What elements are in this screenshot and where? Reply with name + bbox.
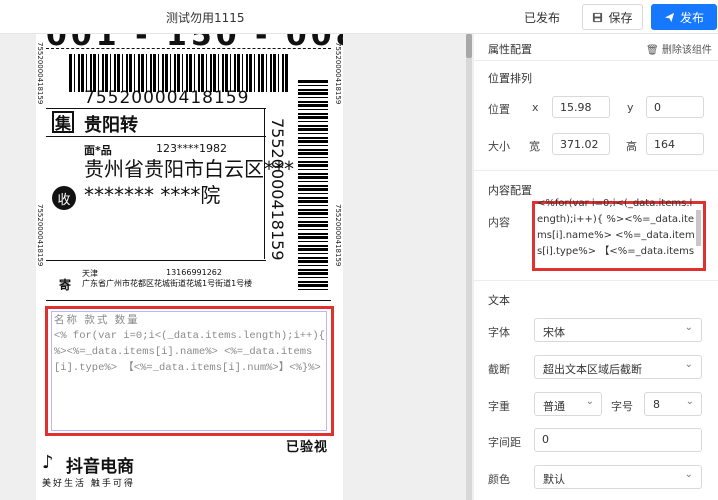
spacing-label: 字间距 xyxy=(488,436,521,449)
side-tracking-right: 75520000418159 xyxy=(334,42,342,105)
douyin-logo-icon: ♪ xyxy=(42,452,54,473)
template-header: 名称 款式 数量 xyxy=(54,314,140,326)
weight-label: 字重 xyxy=(488,400,510,413)
y-label: y xyxy=(627,101,634,114)
color-value: 默认 xyxy=(543,473,565,486)
face-phone: 123****1982 xyxy=(156,142,227,155)
truncate-value: 超出文本区域后截断 xyxy=(543,363,642,376)
sender-phone: 13166991262 xyxy=(166,268,222,277)
chevron-down-icon: ⌄ xyxy=(684,359,693,370)
position-label: 位置 xyxy=(488,103,510,116)
text-section-title: 文本 xyxy=(488,294,510,307)
canvas-scrollbar[interactable] xyxy=(466,34,472,500)
sender-city: 天津 xyxy=(82,269,98,278)
height-label: 高 xyxy=(626,140,637,153)
chevron-down-icon: ⌄ xyxy=(685,396,694,407)
color-label: 颜色 xyxy=(488,473,510,486)
ji-sender-mark: 寄 xyxy=(59,278,72,292)
divider xyxy=(474,280,718,281)
width-input[interactable]: 371.02 xyxy=(552,133,610,155)
publish-button[interactable]: 发布 xyxy=(651,4,717,30)
sender-address: 广东省广州市花都区花城街道花城1号街道1号楼 xyxy=(82,279,253,288)
template-code: <% for(var i=0;i<(_data.items.length);i+… xyxy=(54,330,325,374)
side-tracking-right-2: 75520000418159 xyxy=(334,204,342,267)
divider xyxy=(46,260,266,261)
publish-label: 发布 xyxy=(679,10,704,25)
canvas-scroll-thumb[interactable] xyxy=(466,34,472,58)
divider xyxy=(474,60,718,61)
content-textarea[interactable]: <%for(var i=0;i<(_data.items.length);i++… xyxy=(537,196,695,258)
template-text-area[interactable]: 名称 款式 数量 <% for(var i=0;i<(_data.items.l… xyxy=(51,311,327,431)
fontsize-label: 字号 xyxy=(611,400,633,413)
size-label: 大小 xyxy=(488,140,510,153)
page-title: 测试勿用1115 xyxy=(166,11,245,25)
font-value: 宋体 xyxy=(543,326,565,339)
content-label: 内容 xyxy=(488,216,510,229)
shou-badge: 收 xyxy=(52,186,76,210)
barcode-vertical xyxy=(298,80,328,290)
weight-select[interactable]: 普通 ⌄ xyxy=(534,392,602,416)
design-canvas[interactable]: 001 - 150 - 008 75520000418159 755200004… xyxy=(0,34,470,500)
x-input[interactable]: 15.98 xyxy=(552,96,610,118)
truncate-select[interactable]: 超出文本区域后截断 ⌄ xyxy=(534,355,702,379)
checked-text: 已验视 xyxy=(286,440,329,455)
panel-title: 属性配置 xyxy=(488,43,532,56)
weight-value: 普通 xyxy=(543,400,565,413)
color-select[interactable]: 默认 ⌄ xyxy=(534,465,702,489)
textarea-scrollbar[interactable] xyxy=(696,210,701,246)
ji-badge: 集 xyxy=(52,111,74,133)
tracking-number-vertical: 75520000418159 xyxy=(268,118,287,261)
fontsize-select[interactable]: 8 ⌄ xyxy=(644,392,702,416)
slogan: 美好生活 触手可得 xyxy=(42,479,135,489)
save-label: 保存 xyxy=(608,10,633,25)
x-label: x xyxy=(532,101,539,114)
barcode-horizontal xyxy=(69,54,289,92)
font-label: 字体 xyxy=(488,326,510,339)
divider xyxy=(46,300,331,301)
side-tracking-left: 75520000418159 xyxy=(36,42,44,105)
status-text: 已发布 xyxy=(524,11,561,25)
chevron-down-icon: ⌄ xyxy=(585,396,594,407)
height-input[interactable]: 164 xyxy=(646,133,704,155)
top-number: 001 - 150 - 008 xyxy=(46,34,343,53)
save-button[interactable]: 保存 xyxy=(582,4,643,30)
divider xyxy=(474,170,718,171)
truncate-label: 截断 xyxy=(488,363,510,376)
save-icon xyxy=(593,12,603,22)
spacing-input[interactable]: 0 xyxy=(534,428,702,452)
delete-label: 删除该组件 xyxy=(661,45,712,56)
delete-component-button[interactable]: 🗑 删除该组件 xyxy=(646,41,712,56)
selected-template-component[interactable]: 名称 款式 数量 <% for(var i=0;i<(_data.items.l… xyxy=(45,306,334,436)
tracking-number: 75520000418159 xyxy=(84,88,250,108)
label-preview[interactable]: 001 - 150 - 008 75520000418159 755200004… xyxy=(36,34,343,500)
fontsize-value: 8 xyxy=(653,398,660,411)
divider xyxy=(46,48,331,49)
font-select[interactable]: 宋体 ⌄ xyxy=(534,318,702,342)
content-textarea-highlight[interactable]: <%for(var i=0;i<(_data.items.length);i++… xyxy=(532,198,706,271)
send-icon xyxy=(664,12,675,22)
position-section-title: 位置排列 xyxy=(488,72,532,85)
chevron-down-icon: ⌄ xyxy=(684,469,693,480)
chevron-down-icon: ⌄ xyxy=(684,322,693,333)
template-text: 名称 款式 数量 <% for(var i=0;i<(_data.items.l… xyxy=(54,312,330,376)
vertical-divider xyxy=(264,109,265,259)
content-section-title: 内容配置 xyxy=(488,184,532,197)
recipient-address: 贵州省贵阳市白云区********** ****院 xyxy=(84,157,294,207)
top-bar: 测试勿用1115 已发布 保存 发布 xyxy=(0,0,718,34)
width-label: 宽 xyxy=(529,140,540,153)
logo-text: 抖音电商 xyxy=(66,457,134,477)
transfer-text: 贵阳转 xyxy=(84,115,138,136)
divider xyxy=(46,136,266,137)
side-tracking-left-2: 75520000418159 xyxy=(36,204,44,267)
y-input[interactable]: 0 xyxy=(646,96,704,118)
divider xyxy=(46,108,266,109)
property-panel: 属性配置 🗑 删除该组件 位置排列 位置 x 15.98 y 0 大小 宽 37… xyxy=(474,34,718,500)
trash-icon: 🗑 xyxy=(646,45,659,56)
